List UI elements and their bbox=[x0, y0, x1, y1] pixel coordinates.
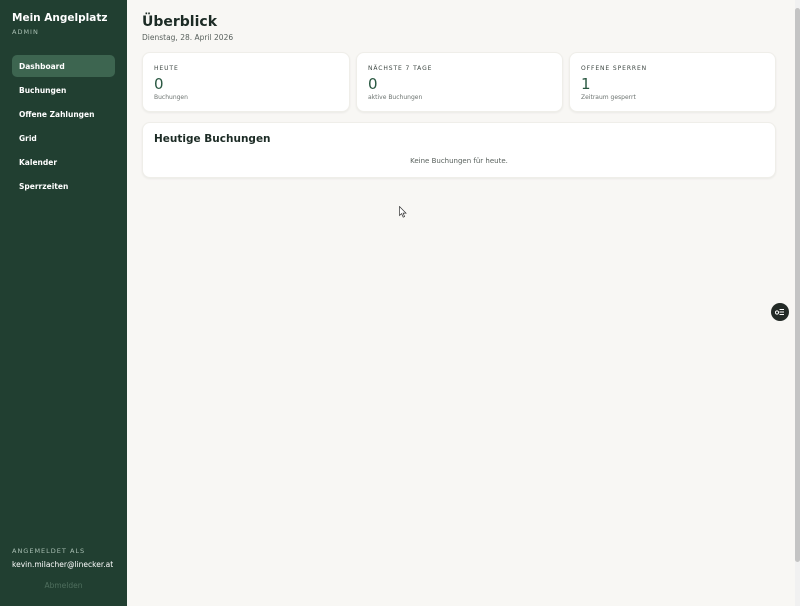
sidebar-item-dashboard[interactable]: Dashboard bbox=[12, 55, 115, 77]
page-scrollbar[interactable] bbox=[795, 0, 800, 606]
stat-value: 1 bbox=[581, 75, 591, 93]
scrollbar-thumb[interactable] bbox=[795, 8, 800, 562]
sidebar-item-grid[interactable]: Grid bbox=[12, 127, 115, 149]
stat-label: OFFENE SPERREN bbox=[581, 65, 648, 72]
page-date: Dienstag, 28. April 2026 bbox=[142, 33, 234, 42]
empty-state-text: Keine Buchungen für heute. bbox=[410, 157, 508, 165]
stat-subtitle: Buchungen bbox=[154, 94, 188, 101]
main-content: Überblick Dienstag, 28. April 2026 HEUTE… bbox=[127, 0, 795, 606]
stat-label: NÄCHSTE 7 TAGE bbox=[368, 65, 433, 72]
stat-subtitle: aktive Buchungen bbox=[368, 94, 423, 101]
floating-action-button[interactable] bbox=[771, 303, 789, 321]
role-label: ADMIN bbox=[12, 28, 39, 36]
toggle-list-icon bbox=[775, 309, 784, 315]
sidebar-nav: Dashboard Buchungen Offene Zahlungen Gri… bbox=[12, 55, 115, 199]
sidebar-item-offene-zahlungen[interactable]: Offene Zahlungen bbox=[12, 103, 115, 125]
stat-subtitle: Zeitraum gesperrt bbox=[581, 94, 636, 101]
sidebar-item-buchungen[interactable]: Buchungen bbox=[12, 79, 115, 101]
brand-title: Mein Angelplatz bbox=[12, 12, 108, 24]
stat-value: 0 bbox=[368, 75, 378, 93]
stat-card-next-7-days: NÄCHSTE 7 TAGE 0 aktive Buchungen bbox=[356, 52, 563, 112]
user-email: kevin.milacher@linecker.at bbox=[12, 560, 114, 569]
stat-value: 0 bbox=[154, 75, 164, 93]
logout-button[interactable]: Abmelden bbox=[12, 578, 115, 592]
sidebar-item-kalender[interactable]: Kalender bbox=[12, 151, 115, 173]
panel-title: Heutige Buchungen bbox=[154, 133, 271, 145]
sidebar-item-sperrzeiten[interactable]: Sperrzeiten bbox=[12, 175, 115, 197]
stat-label: HEUTE bbox=[154, 65, 179, 72]
stat-card-today: HEUTE 0 Buchungen bbox=[142, 52, 350, 112]
page-title: Überblick bbox=[142, 14, 218, 30]
sidebar: Mein Angelplatz ADMIN Dashboard Buchunge… bbox=[0, 0, 127, 606]
mouse-pointer-icon bbox=[399, 206, 407, 218]
logged-in-label: ANGEMELDET ALS bbox=[12, 547, 86, 555]
today-bookings-panel: Heutige Buchungen Keine Buchungen für he… bbox=[142, 122, 776, 178]
stat-card-open-blocks: OFFENE SPERREN 1 Zeitraum gesperrt bbox=[569, 52, 776, 112]
